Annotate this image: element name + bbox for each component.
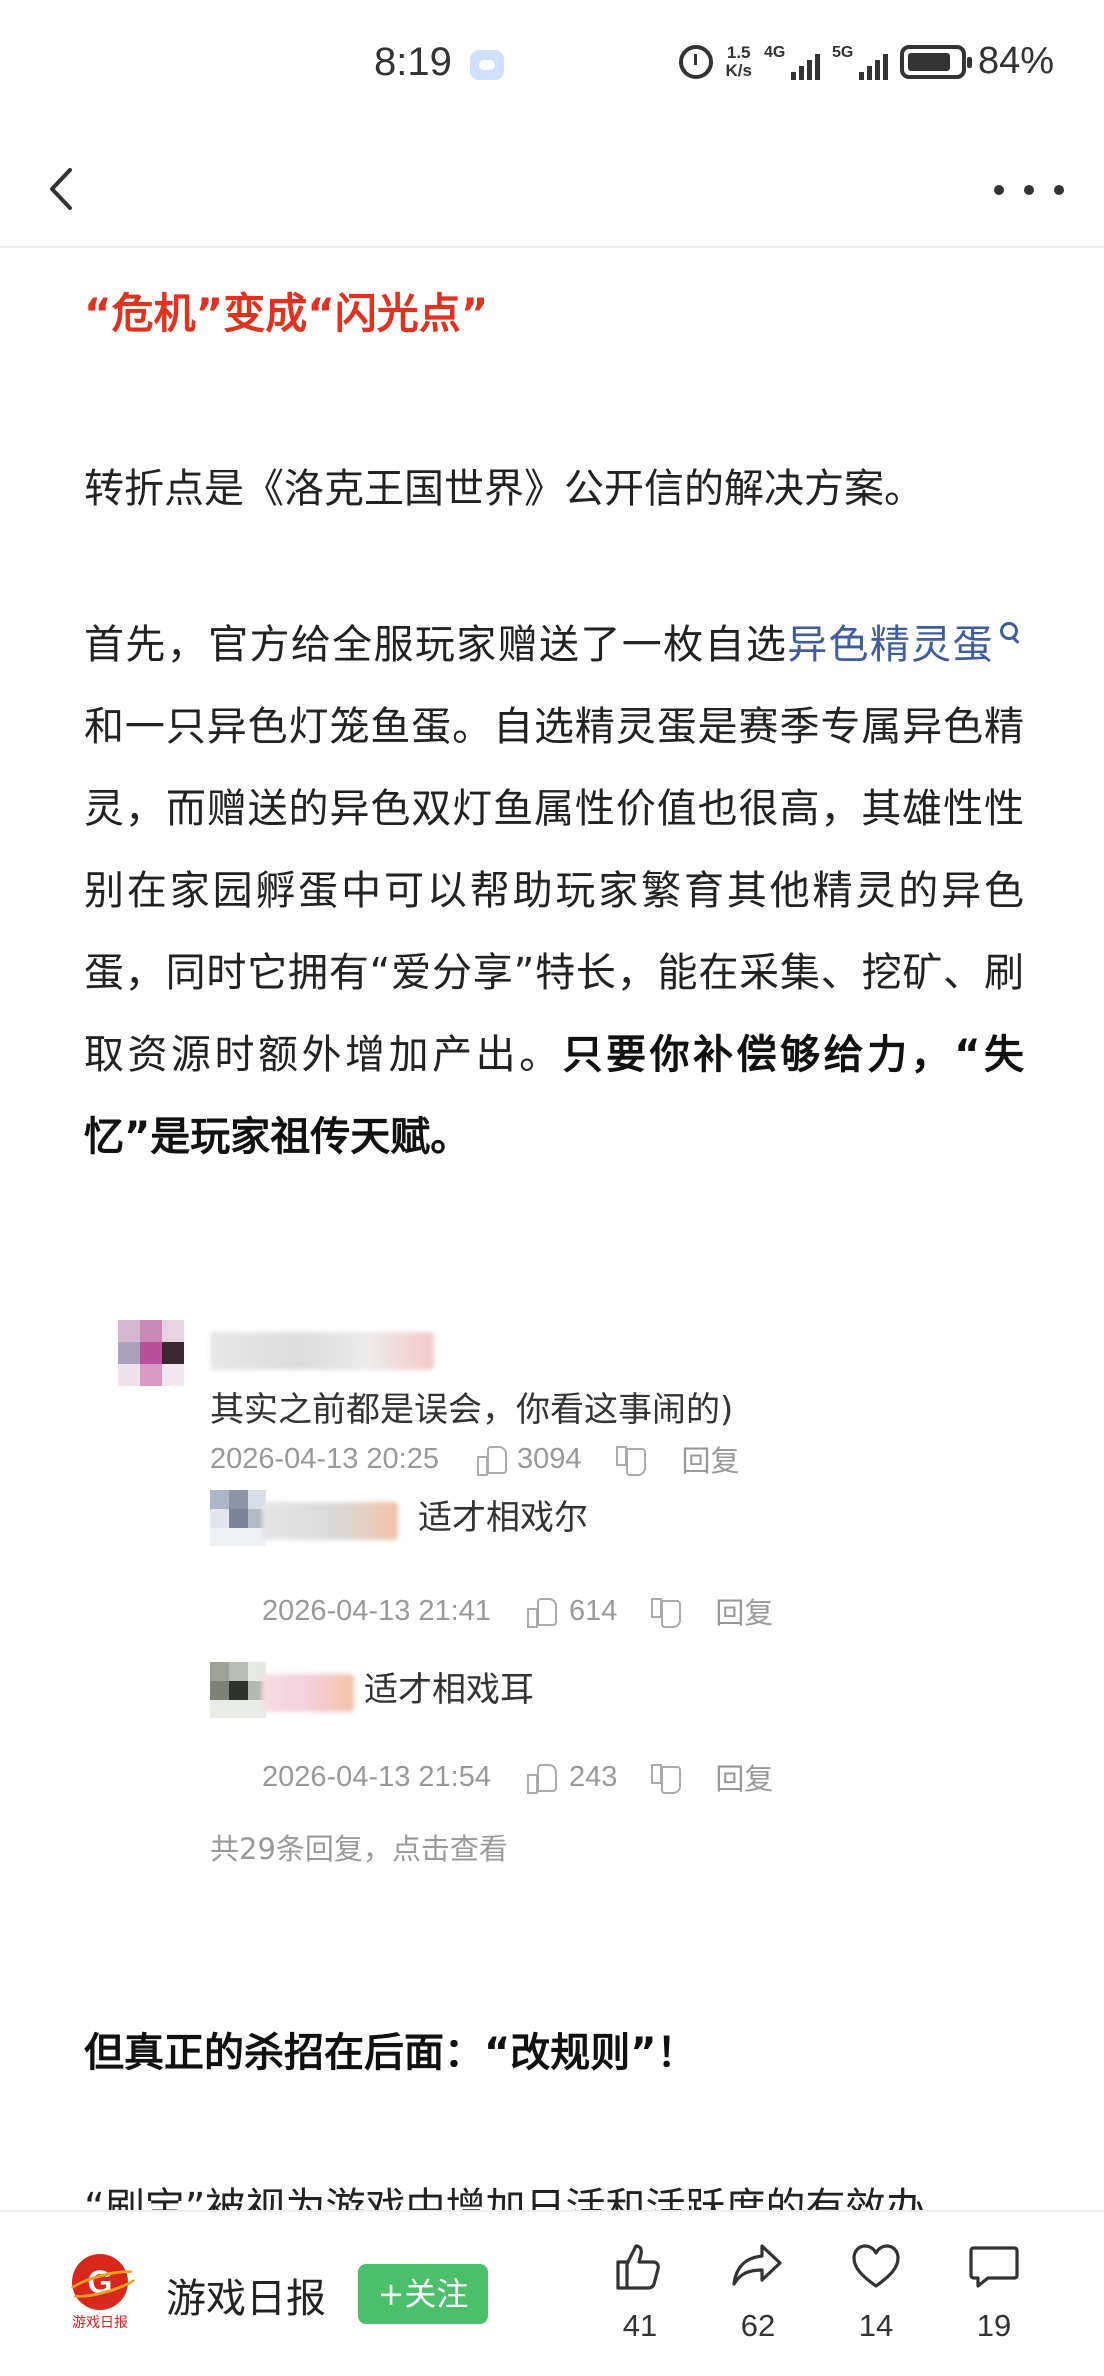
avatar	[210, 1662, 266, 1718]
network-speed-unit: K/s	[725, 60, 752, 80]
share-count: 62	[740, 2308, 776, 2343]
signal-5g-label: 5G	[831, 43, 854, 61]
reply-meta: 2026-04-13 21:41 614 回复	[262, 1590, 773, 1632]
comment-count: 19	[976, 2308, 1012, 2343]
status-time: 8:19	[374, 40, 452, 84]
logo-caption: 游戏日报	[72, 2315, 128, 2331]
username-blurred	[262, 1502, 398, 1540]
username-blurred	[262, 1674, 354, 1712]
section-subheading: 但真正的杀招在后面：“改规则”！	[84, 2030, 697, 2076]
like-count: 41	[622, 2308, 658, 2343]
more-options-button[interactable]	[994, 172, 1064, 208]
comment-bubble-icon	[969, 2246, 1019, 2288]
avatar	[118, 1320, 184, 1386]
article-paragraph: 转折点是《洛克王国世界》公开信的解决方案。	[84, 466, 924, 512]
channel-logo[interactable]: G 游戏日报	[62, 2254, 138, 2334]
signal-4g-label: 4G	[763, 43, 786, 61]
back-button[interactable]	[30, 154, 100, 224]
paragraph-text: 首先，官方给全服玩家赠送了一枚自选	[84, 622, 788, 668]
reply-meta: 2026-04-13 21:54 243 回复	[262, 1756, 773, 1798]
status-bar: 8:19 1.5 K/s 4G 5G 84%	[0, 0, 1104, 132]
favorite-button[interactable]: 14	[836, 2238, 916, 2358]
reply-link[interactable]: 回复	[682, 1438, 740, 1480]
like-count: 3094	[516, 1442, 582, 1475]
reply-link[interactable]: 回复	[715, 1590, 773, 1632]
dislike-icon[interactable]	[615, 1444, 646, 1476]
share-button[interactable]: 62	[718, 2238, 798, 2358]
article-paragraph: 首先，官方给全服玩家赠送了一枚自选异色精灵蛋和一只异色灯笼鱼蛋。自选精灵蛋是赛季…	[84, 604, 1024, 1178]
like-icon[interactable]	[476, 1444, 507, 1476]
reply-time: 2026-04-13 21:41	[262, 1594, 491, 1627]
comment-meta: 2026-04-13 20:25 3094 回复	[210, 1438, 740, 1480]
like-icon[interactable]	[526, 1762, 557, 1794]
reply-text: 适才相戏尔	[418, 1498, 588, 1538]
network-speed-value: 1.5	[726, 42, 751, 62]
app-notification-icon	[470, 50, 504, 80]
paragraph-text: 和一只异色灯笼鱼蛋。自选精灵蛋是赛季专属异色精灵，而赠送的异色双灯鱼属性价值也很…	[84, 704, 1024, 1078]
signal-4g-icon: 4G	[764, 44, 820, 80]
share-arrow-icon	[732, 2244, 782, 2286]
avatar	[210, 1490, 266, 1546]
reply-link[interactable]: 回复	[715, 1756, 773, 1798]
reply-text: 适才相戏耳	[364, 1670, 534, 1710]
dislike-icon[interactable]	[651, 1596, 682, 1628]
status-indicators: 1.5 K/s 4G 5G 84%	[679, 40, 1054, 83]
like-button[interactable]: 41	[600, 2238, 680, 2358]
alarm-icon	[679, 44, 714, 79]
comment-button[interactable]: 19	[954, 2238, 1034, 2358]
dislike-icon[interactable]	[651, 1762, 682, 1794]
like-count: 614	[568, 1594, 618, 1627]
logo-letter: G	[72, 2254, 128, 2310]
network-speed: 1.5 K/s	[725, 42, 752, 80]
username-blurred	[210, 1332, 434, 1370]
follow-button[interactable]: +关注	[358, 2264, 488, 2324]
thumbs-up-icon	[616, 2244, 660, 2290]
reply-time: 2026-04-13 21:54	[262, 1760, 491, 1793]
keyword-link[interactable]: 异色精灵蛋	[787, 622, 994, 668]
section-heading: “危机”变成“闪光点”	[84, 289, 489, 338]
view-more-replies-link[interactable]: 共29条回复，点击查看	[210, 1826, 508, 1868]
bottom-action-bar: G 游戏日报 游戏日报 +关注 41 62 14 19	[0, 2210, 1104, 2376]
battery-icon	[899, 44, 972, 79]
battery-percent: 84%	[977, 40, 1054, 82]
comment-text: 其实之前都是误会，你看这事闹的)	[210, 1390, 734, 1430]
top-nav-bar	[0, 132, 1104, 248]
like-count: 243	[568, 1760, 618, 1793]
comment-time: 2026-04-13 20:25	[210, 1442, 439, 1475]
favorite-count: 14	[858, 2308, 894, 2343]
heart-icon	[852, 2244, 900, 2288]
search-icon[interactable]	[998, 621, 1020, 644]
more-dots-icon	[994, 185, 1004, 195]
chevron-left-icon	[50, 168, 72, 210]
like-icon[interactable]	[526, 1596, 557, 1628]
channel-name[interactable]: 游戏日报	[166, 2266, 326, 2324]
signal-5g-icon: 5G	[832, 44, 888, 80]
